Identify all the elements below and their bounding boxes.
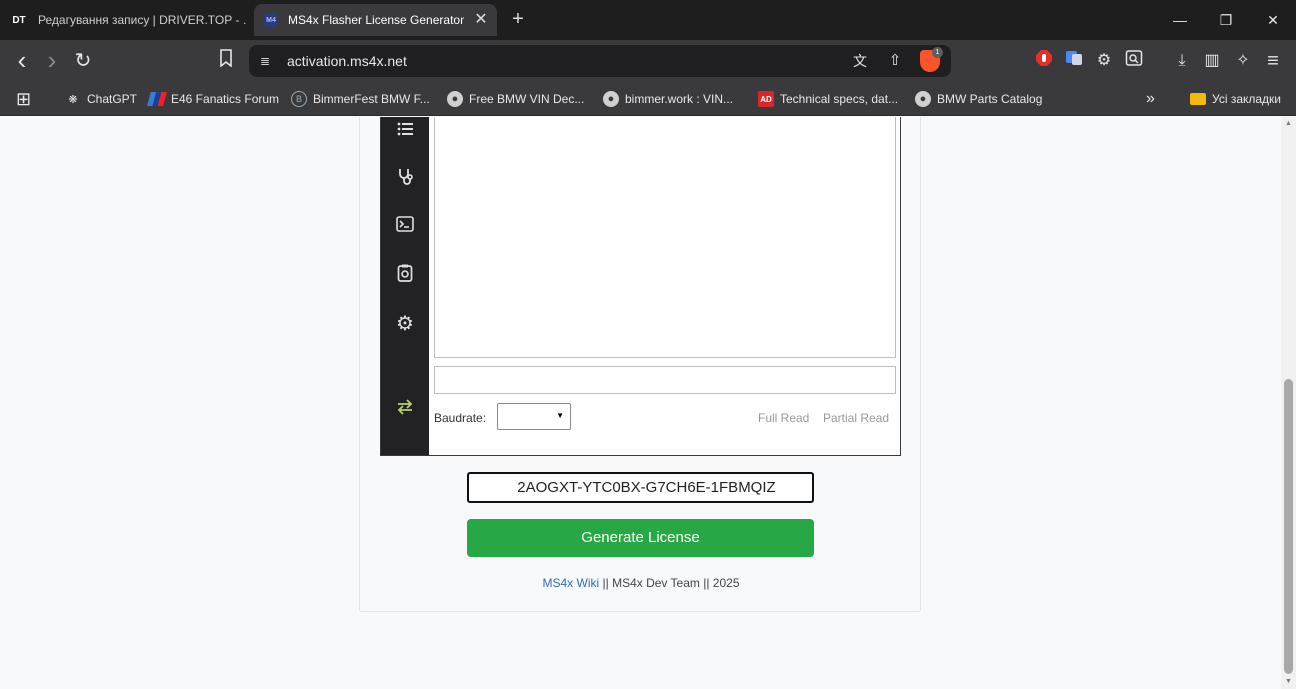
chevron-down-icon: ▼ [556, 411, 564, 420]
ms4x-wiki-link[interactable]: MS4x Wiki [543, 576, 600, 590]
bookmark-bmw-parts-catalog[interactable]: ● BMW Parts Catalog [915, 89, 1042, 109]
tab-strip: DT Редагування запису | DRIVER.TOP - … M… [0, 0, 1296, 40]
bookmark-label: Technical specs, dat... [780, 92, 899, 106]
generator-card: ⚙ Baudrate: ▼ Full Read Partial Read 2AO… [359, 117, 921, 612]
bookmarks-bar: ⊞ ❋ ChatGPT E46 Fanatics Forum B BimmerF… [0, 82, 1296, 116]
bookmark-label: BimmerFest BMW F... [313, 92, 430, 106]
license-key-input[interactable]: 2AOGXT-YTC0BX-G7CH6E-1FBMQIZ [467, 472, 814, 503]
bookmarks-overflow-button[interactable]: » [1146, 89, 1155, 109]
footer-team: MS4x Dev Team [612, 576, 700, 590]
tab-title: MS4x Flasher License Generator [288, 13, 465, 27]
bookmark-page-icon[interactable] [214, 49, 238, 73]
baudrate-select[interactable]: ▼ [497, 403, 571, 430]
bookmark-label: BMW Parts Catalog [937, 92, 1043, 106]
scroll-down-icon[interactable]: ▼ [1284, 677, 1293, 687]
shields-count-badge: 1 [932, 47, 943, 58]
scroll-up-icon[interactable]: ▲ [1284, 119, 1293, 129]
sidebar-toggle-button[interactable]: ▥ [1200, 49, 1224, 73]
gear-icon[interactable]: ⚙ [393, 312, 417, 336]
flasher-app-preview: ⚙ Baudrate: ▼ Full Read Partial Read [380, 117, 901, 456]
footer-year: 2025 [712, 576, 740, 590]
back-button[interactable]: ‹ [10, 47, 34, 73]
apps-grid-icon[interactable]: ⊞ [16, 89, 31, 109]
close-tab-icon[interactable]: ✕ [473, 12, 489, 28]
leo-ai-button[interactable]: ✧ [1231, 49, 1255, 73]
list-icon[interactable] [393, 120, 417, 144]
google-translate-extension-icon[interactable] [1062, 49, 1086, 73]
stop-hand-icon [1036, 50, 1052, 66]
bookmark-label: E46 Fanatics Forum [171, 92, 280, 106]
all-bookmarks-folder[interactable]: Усі закладки [1190, 89, 1281, 109]
translate-ext-icon [1066, 51, 1082, 65]
bookmark-bimmerfest[interactable]: B BimmerFest BMW F... [291, 89, 430, 109]
page-search-extension-icon[interactable] [1122, 49, 1146, 73]
log-output-area [434, 117, 896, 358]
globe-icon: ● [915, 91, 931, 107]
browser-toolbar: ‹ › ↻ ≣ activation.ms4x.net 文 ⇧ 1 ⚙ ⤓ ▥ … [0, 40, 1296, 82]
bookmark-bimmer-work[interactable]: ● bimmer.work : VIN... [603, 89, 733, 109]
address-bar[interactable]: ≣ activation.ms4x.net 文 ⇧ 1 [249, 45, 951, 77]
command-input[interactable] [434, 366, 896, 394]
restore-button[interactable]: ❐ [1214, 8, 1238, 32]
tab-ms4x-license-generator[interactable]: M4 MS4x Flasher License Generator ✕ [254, 4, 497, 36]
main-menu-button[interactable]: ≡ [1261, 49, 1285, 73]
app-sidebar: ⚙ [381, 117, 429, 455]
new-tab-button[interactable]: + [508, 8, 528, 32]
bookmark-label: ChatGPT [87, 92, 138, 106]
footer-separator: || [699, 576, 713, 590]
search-box-icon [1125, 50, 1143, 66]
footer-separator: || [599, 576, 613, 590]
folder-icon [1190, 93, 1206, 105]
bookmark-icon [220, 49, 232, 68]
ad-icon: AD [758, 91, 774, 107]
bookmark-label: bimmer.work : VIN... [625, 92, 734, 106]
all-bookmarks-label: Усі закладки [1212, 92, 1282, 106]
page-scrollbar[interactable]: ▲ ▼ [1281, 117, 1296, 689]
chatgpt-icon: ❋ [68, 93, 78, 106]
bookmark-free-bmw-vin[interactable]: ● Free BMW VIN Dec... [447, 89, 584, 109]
file-check-icon[interactable] [393, 264, 417, 288]
bimmerfest-icon: B [291, 91, 307, 107]
tab-driver-top[interactable]: DT Редагування запису | DRIVER.TOP - … [10, 4, 246, 36]
bookmark-label: Free BMW VIN Dec... [469, 92, 585, 106]
close-window-button[interactable]: ✕ [1261, 8, 1285, 32]
extensions-button[interactable]: ⚙ [1092, 49, 1116, 73]
adblock-extension-icon[interactable] [1032, 49, 1056, 73]
reload-button[interactable]: ↻ [71, 49, 95, 73]
terminal-icon[interactable] [393, 216, 417, 240]
url-text: activation.ms4x.net [287, 53, 407, 69]
page-footer: MS4x Wiki || MS4x Dev Team || 2025 [360, 576, 922, 590]
downloads-button[interactable]: ⤓ [1170, 49, 1194, 73]
forward-button[interactable]: › [40, 47, 64, 73]
scroll-thumb[interactable] [1284, 379, 1293, 674]
generate-license-button[interactable]: Generate License [467, 519, 814, 557]
e46-icon [147, 92, 167, 106]
share-icon[interactable]: ⇧ [883, 49, 907, 73]
globe-icon: ● [447, 91, 463, 107]
tab-title: Редагування запису | DRIVER.TOP - … [38, 13, 246, 27]
ms4x-favicon-icon: M4 [264, 13, 278, 27]
bookmark-technical-specs[interactable]: AD Technical specs, dat... [758, 89, 898, 109]
stethoscope-icon[interactable] [393, 168, 417, 192]
translate-icon[interactable]: 文 [848, 49, 872, 73]
driver-top-favicon-icon: DT [12, 14, 26, 26]
minimize-button[interactable]: — [1168, 8, 1192, 32]
swap-arrows-icon[interactable] [393, 399, 417, 423]
bookmark-e46-fanatics[interactable]: E46 Fanatics Forum [147, 89, 280, 109]
globe-icon: ● [603, 91, 619, 107]
baudrate-label: Baudrate: [434, 411, 487, 425]
full-read-button[interactable]: Full Read [758, 411, 809, 425]
site-info-icon[interactable]: ≣ [257, 53, 273, 69]
bookmark-chatgpt[interactable]: ❋ ChatGPT [65, 89, 137, 109]
partial-read-button[interactable]: Partial Read [823, 411, 889, 425]
page-content: ⚙ Baudrate: ▼ Full Read Partial Read 2AO… [0, 117, 1281, 689]
